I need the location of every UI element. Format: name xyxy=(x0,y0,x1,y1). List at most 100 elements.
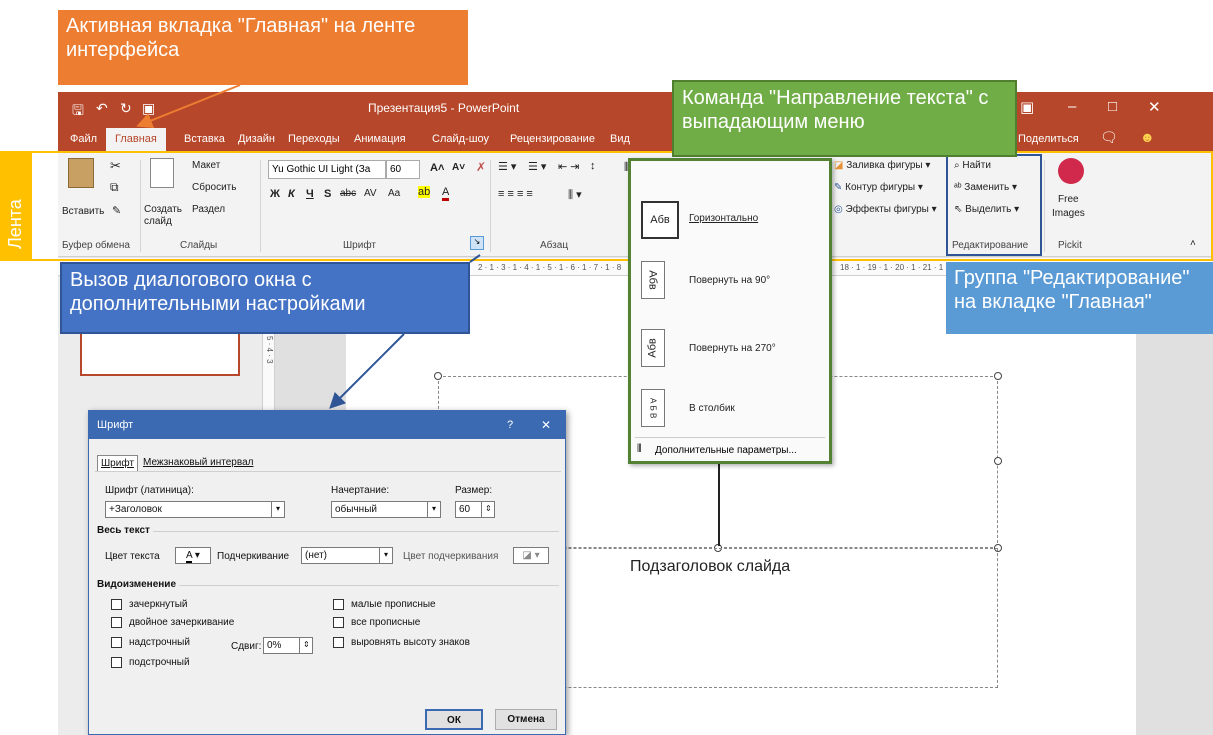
callout-ribbon-text: Лента xyxy=(5,199,25,249)
superscript-checkbox[interactable] xyxy=(111,637,122,648)
title-bar: 🖫 ↶ ↻ ▣ Презентация5 - PowerPoint ▣ – □ … xyxy=(58,92,1213,124)
ruler-marks-left: 2 · 1 · 3 · 1 · 4 · 1 · 5 · 1 · 6 · 1 · … xyxy=(478,263,622,272)
all-text-heading: Весь текст xyxy=(97,525,150,536)
more-options-item[interactable]: Дополнительные параметры... xyxy=(655,445,797,456)
effects-heading: Видоизменение xyxy=(97,579,177,590)
close-icon[interactable]: ✕ xyxy=(1148,98,1161,116)
text-cursor-line xyxy=(718,462,720,546)
resize-handle[interactable] xyxy=(994,372,1002,380)
minimize-icon[interactable]: – xyxy=(1068,98,1076,115)
tab-char-spacing[interactable]: Межзнаковый интервал xyxy=(143,457,253,468)
double-strike-label: двойное зачеркивание xyxy=(129,617,235,628)
rotate-270-icon: Абв xyxy=(641,329,665,367)
help-button[interactable]: ? xyxy=(507,419,513,431)
double-strike-checkbox[interactable] xyxy=(111,617,122,628)
maximize-icon[interactable]: □ xyxy=(1108,98,1117,115)
menu-item-label: Повернуть на 90° xyxy=(689,275,771,286)
tab-home[interactable]: Главная xyxy=(106,128,166,151)
subtitle-text[interactable]: Подзаголовок слайда xyxy=(630,558,790,576)
tab-animations[interactable]: Анимация xyxy=(354,133,406,145)
callout-editing-group: Группа "Редактирование" на вкладке "Глав… xyxy=(946,262,1213,334)
spin-icon[interactable]: ⇕ xyxy=(481,501,495,518)
callout-dialog-launcher: Вызов диалогового окна с дополнительными… xyxy=(60,262,470,334)
menu-item-rotate-90[interactable]: Абв Повернуть на 90° xyxy=(637,257,827,317)
all-caps-checkbox[interactable] xyxy=(333,617,344,628)
horizontal-text-icon: Абв xyxy=(641,201,679,239)
style-label: Начертание: xyxy=(331,485,390,496)
callout-ribbon: Лента xyxy=(0,151,30,261)
latin-font-input[interactable]: +Заголовок xyxy=(105,501,285,518)
dialog-title-bar: Шрифт ? ✕ xyxy=(89,411,565,439)
window-title: Презентация5 - PowerPoint xyxy=(368,101,520,115)
present-icon[interactable]: ▣ xyxy=(142,100,155,117)
tabs-divider xyxy=(95,471,561,472)
redo-icon[interactable]: ↻ xyxy=(120,100,132,117)
resize-handle[interactable] xyxy=(434,372,442,380)
font-color-icon: A xyxy=(186,550,193,563)
callout-text-direction: Команда "Направление текста" с выпадающи… xyxy=(672,80,1017,157)
menu-item-label: Повернуть на 270° xyxy=(689,343,776,354)
section-divider xyxy=(153,531,559,532)
undo-icon[interactable]: ↶ xyxy=(96,100,108,117)
menu-item-rotate-270[interactable]: Абв Повернуть на 270° xyxy=(637,325,827,385)
share-button[interactable]: Поделиться xyxy=(1018,133,1079,145)
tab-slideshow[interactable]: Слайд-шоу xyxy=(432,133,489,145)
callout-home-tab: Активная вкладка "Главная" на ленте инте… xyxy=(58,10,468,85)
rotate-90-icon-text: Абв xyxy=(646,270,659,290)
tab-font[interactable]: Шрифт xyxy=(97,455,138,472)
ribbon-tabs: Файл Главная Вставка Дизайн Переходы Ани… xyxy=(58,124,1213,152)
comments-icon[interactable]: 🗨 xyxy=(1100,129,1118,146)
tab-review[interactable]: Рецензирование xyxy=(510,133,595,145)
style-input[interactable]: обычный xyxy=(331,501,441,518)
save-icon[interactable]: 🖫 xyxy=(72,100,84,124)
resize-handle[interactable] xyxy=(994,457,1002,465)
tab-view[interactable]: Вид xyxy=(610,133,630,145)
strikethrough-label: зачеркнутый xyxy=(129,599,188,610)
chevron-down-icon[interactable]: ▾ xyxy=(271,501,285,518)
tab-design[interactable]: Дизайн xyxy=(238,133,275,145)
text-color-picker[interactable]: A ▾ xyxy=(175,547,211,564)
menu-item-horizontal[interactable]: Абв Горизонтально xyxy=(637,191,827,251)
smiley-icon[interactable]: ☻ xyxy=(1140,129,1155,145)
equalize-height-checkbox[interactable] xyxy=(333,637,344,648)
more-options-icon: ⫴ xyxy=(637,443,642,455)
vruler-marks: 5 · 4 · 3 xyxy=(265,336,274,364)
ok-button[interactable]: ОК xyxy=(425,709,483,730)
section-divider xyxy=(179,585,559,586)
tab-file[interactable]: Файл xyxy=(70,133,97,145)
chevron-down-icon[interactable]: ▾ xyxy=(427,501,441,518)
dialog-close-button[interactable]: ✕ xyxy=(541,418,551,432)
all-caps-label: все прописные xyxy=(351,617,421,628)
tab-insert[interactable]: Вставка xyxy=(184,133,225,145)
small-caps-label: малые прописные xyxy=(351,599,436,610)
text-direction-menu: Абв Горизонтально Абв Повернуть на 90° А… xyxy=(628,158,832,464)
subscript-checkbox[interactable] xyxy=(111,657,122,668)
rotate-90-icon: Абв xyxy=(641,261,665,299)
text-color-label: Цвет текста xyxy=(105,551,160,562)
ruler-marks-right: 18 · 1 · 19 · 1 · 20 · 1 · 21 · 1 · 22 xyxy=(840,263,960,272)
tab-transitions[interactable]: Переходы xyxy=(288,133,340,145)
underline-color-label: Цвет подчеркивания xyxy=(403,551,499,562)
stacked-text-icon: А Б В xyxy=(641,389,665,427)
ribbon-highlight xyxy=(30,151,1213,261)
spin-icon[interactable]: ⇕ xyxy=(299,637,313,654)
offset-label: Сдвиг: xyxy=(231,641,262,652)
underline-color-picker[interactable]: ◪ ▾ xyxy=(513,547,549,564)
menu-item-label: В столбик xyxy=(689,403,735,414)
menu-item-label: Горизонтально xyxy=(689,213,759,224)
dialog-title: Шрифт xyxy=(97,419,134,431)
menu-item-stacked[interactable]: А Б В В столбик xyxy=(637,385,827,445)
ribbon-display-icon[interactable]: ▣ xyxy=(1020,98,1034,116)
equalize-height-label: выровнять высоту знаков xyxy=(351,637,470,648)
rotate-270-icon-text: Абв xyxy=(646,338,659,358)
cancel-button[interactable]: Отмена xyxy=(495,709,557,730)
superscript-label: надстрочный xyxy=(129,637,190,648)
strikethrough-checkbox[interactable] xyxy=(111,599,122,610)
chevron-down-icon[interactable]: ▾ xyxy=(379,547,393,564)
menu-divider xyxy=(635,437,825,438)
subscript-label: подстрочный xyxy=(129,657,190,668)
latin-font-label: Шрифт (латиница): xyxy=(105,485,194,496)
font-dialog: Шрифт ? ✕ Шрифт Межзнаковый интервал Шри… xyxy=(88,410,566,735)
small-caps-checkbox[interactable] xyxy=(333,599,344,610)
size-label: Размер: xyxy=(455,485,493,496)
